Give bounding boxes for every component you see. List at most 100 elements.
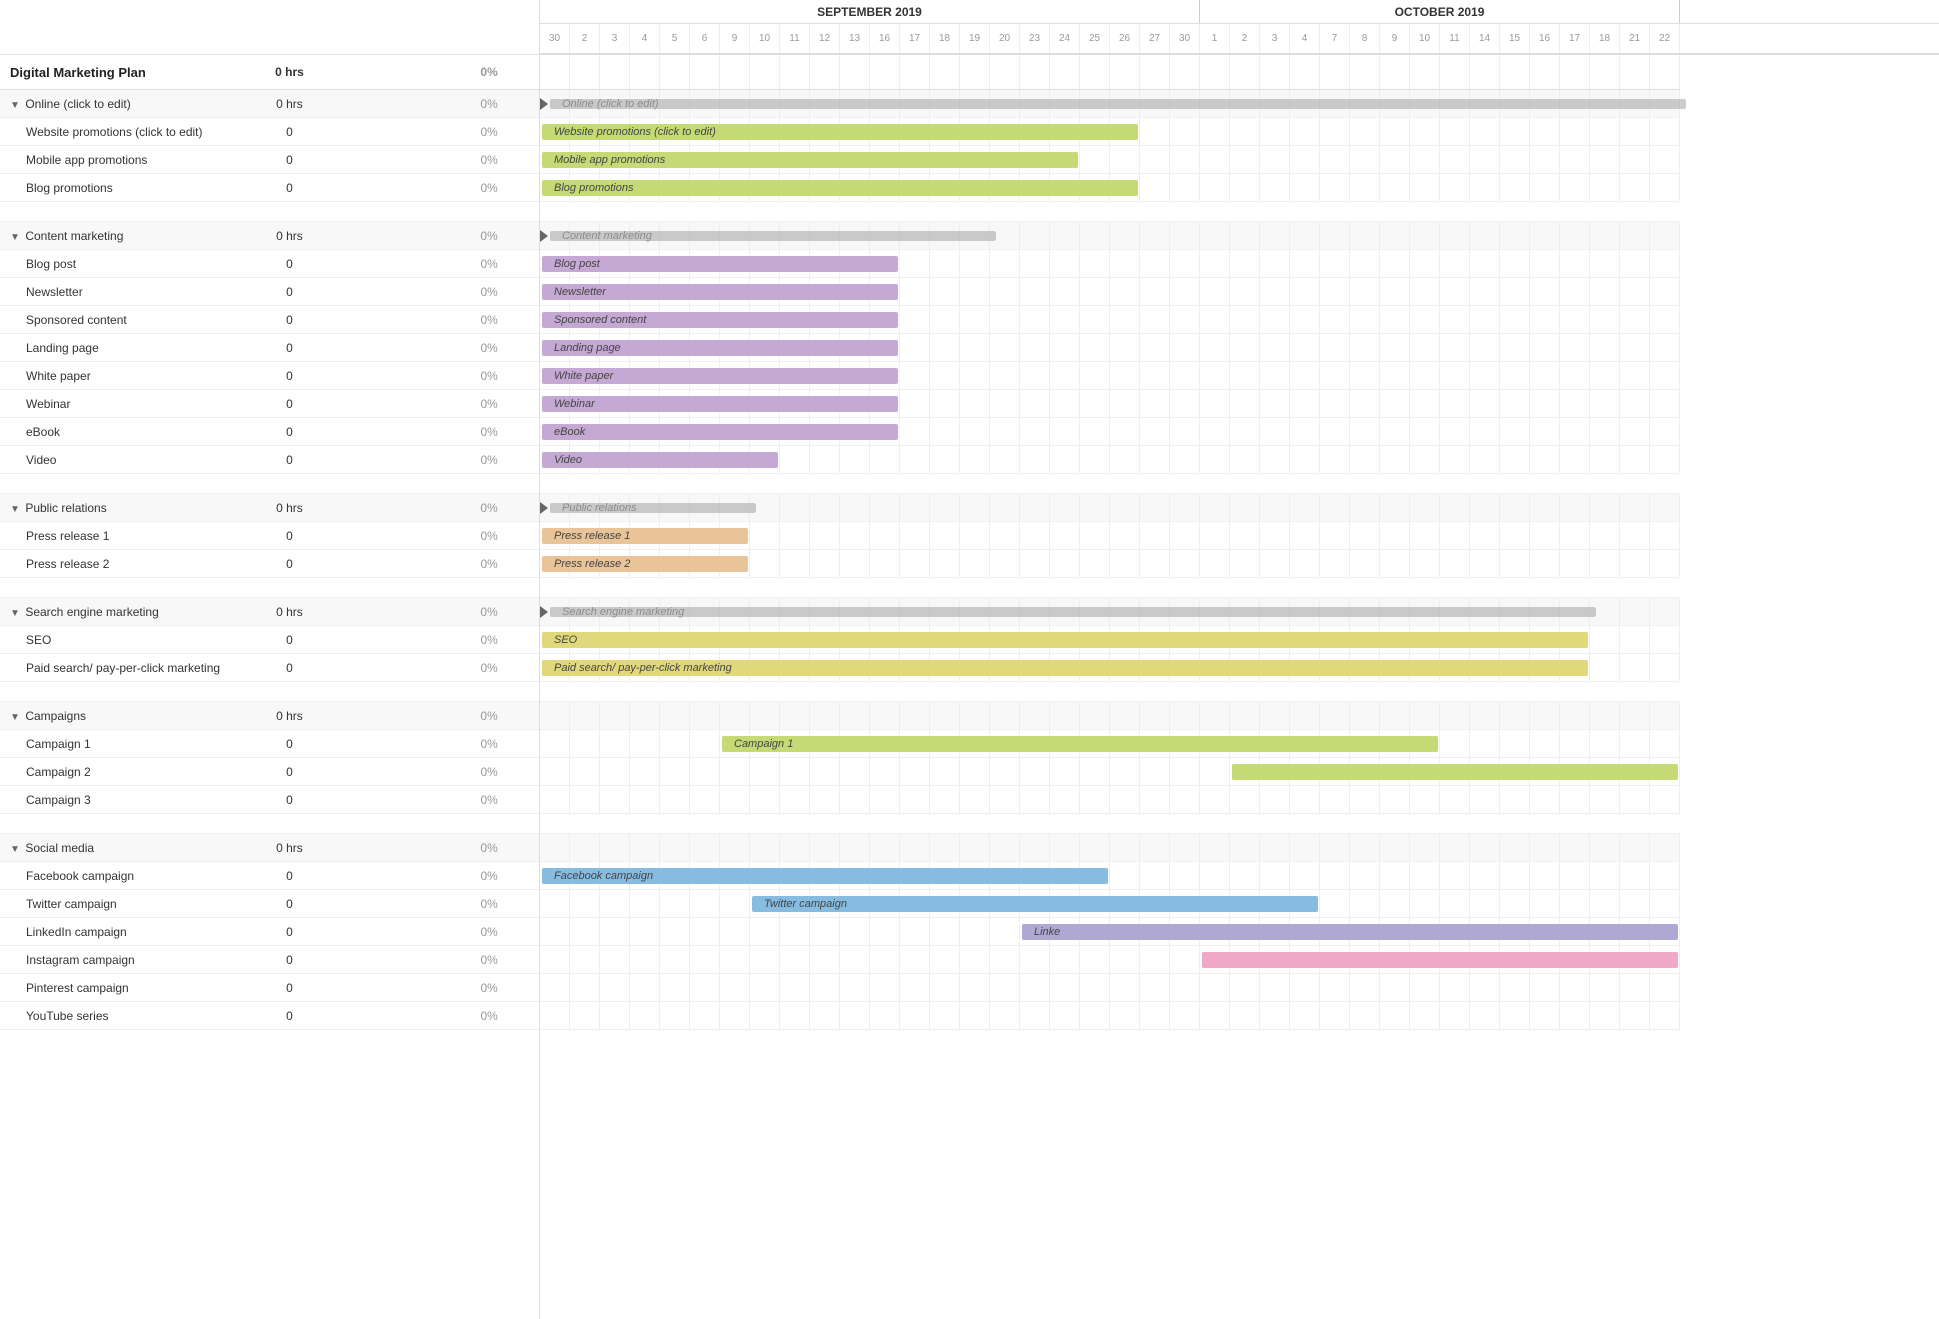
- task-name[interactable]: Press release 1: [0, 529, 240, 543]
- gantt-cell: [1290, 306, 1320, 333]
- task-name[interactable]: Blog promotions: [0, 181, 240, 195]
- section-name[interactable]: ▼ Public relations: [0, 501, 240, 515]
- gantt-cell: [1380, 146, 1410, 173]
- section-name[interactable]: ▼ Online (click to edit): [0, 97, 240, 111]
- gantt-bar[interactable]: Blog promotions: [542, 180, 1138, 196]
- gantt-cell: [1050, 786, 1080, 813]
- day-label: 10: [1410, 24, 1440, 53]
- gantt-cell: [1050, 758, 1080, 785]
- task-name[interactable]: Press release 2: [0, 557, 240, 571]
- gantt-bar[interactable]: White paper: [542, 368, 898, 384]
- gantt-cell: [570, 834, 600, 861]
- task-name[interactable]: Video: [0, 453, 240, 467]
- gantt-bar[interactable]: Mobile app promotions: [542, 152, 1078, 168]
- gantt-bar[interactable]: Press release 1: [542, 528, 748, 544]
- gantt-cell: [990, 550, 1020, 577]
- gantt-cell: [1650, 250, 1680, 277]
- gantt-cell: [1560, 834, 1590, 861]
- gantt-cell: [750, 786, 780, 813]
- gantt-bar[interactable]: Campaign 1: [722, 736, 1438, 752]
- task-name[interactable]: Mobile app promotions: [0, 153, 240, 167]
- gantt-bar[interactable]: Press release 2: [542, 556, 748, 572]
- gantt-cell: [1260, 55, 1290, 89]
- task-name[interactable]: Campaign 2: [0, 765, 240, 779]
- gantt-cell: [1110, 974, 1140, 1001]
- gantt-bar[interactable]: Blog post: [542, 256, 898, 272]
- gantt-cell: [930, 522, 960, 549]
- gantt-bar[interactable]: Landing page: [542, 340, 898, 356]
- gantt-bar[interactable]: Website promotions (click to edit): [542, 124, 1138, 140]
- gantt-cell: [1020, 390, 1050, 417]
- gantt-cell: [1410, 334, 1440, 361]
- task-name[interactable]: Webinar: [0, 397, 240, 411]
- gantt-cell: [1470, 522, 1500, 549]
- task-name[interactable]: Campaign 1: [0, 737, 240, 751]
- section-name[interactable]: ▼ Search engine marketing: [0, 605, 240, 619]
- task-name[interactable]: YouTube series: [0, 1009, 240, 1023]
- gantt-bar[interactable]: [1202, 952, 1678, 968]
- gantt-bar[interactable]: Video: [542, 452, 778, 468]
- gantt-cell: [1350, 974, 1380, 1001]
- gantt-cell: [1200, 278, 1230, 305]
- task-name[interactable]: eBook: [0, 425, 240, 439]
- gantt-cell: [900, 834, 930, 861]
- gantt-cell: [1140, 278, 1170, 305]
- gantt-bar[interactable]: [1232, 764, 1678, 780]
- section-name[interactable]: ▼ Campaigns: [0, 709, 240, 723]
- task-name[interactable]: Landing page: [0, 341, 240, 355]
- gantt-cell: [1140, 334, 1170, 361]
- task-name[interactable]: Campaign 3: [0, 793, 240, 807]
- gantt-cell: [930, 278, 960, 305]
- gantt-cell: [1230, 862, 1260, 889]
- gantt-cell: [1140, 522, 1170, 549]
- gantt-cell: [1230, 522, 1260, 549]
- gantt-bar[interactable]: eBook: [542, 424, 898, 440]
- gantt-cell: [600, 702, 630, 729]
- gantt-bar[interactable]: Content marketing: [550, 231, 996, 241]
- gantt-cell: [1110, 306, 1140, 333]
- gantt-bar[interactable]: Public relations: [550, 503, 756, 513]
- gantt-cell: [1320, 334, 1350, 361]
- task-name[interactable]: Pinterest campaign: [0, 981, 240, 995]
- gantt-cell: [1620, 598, 1650, 625]
- gantt-cell: [1470, 222, 1500, 249]
- gantt-cell: [1290, 278, 1320, 305]
- task-name[interactable]: Facebook campaign: [0, 869, 240, 883]
- task-name[interactable]: White paper: [0, 369, 240, 383]
- section-name[interactable]: ▼ Social media: [0, 841, 240, 855]
- gantt-cell: [840, 494, 870, 521]
- gantt-cell: [1500, 834, 1530, 861]
- task-progress: 0%: [439, 369, 539, 383]
- gantt-cell: [1320, 1002, 1350, 1029]
- gantt-bar[interactable]: Sponsored content: [542, 312, 898, 328]
- gantt-bar[interactable]: Search engine marketing: [550, 607, 1596, 617]
- gantt-bar[interactable]: Webinar: [542, 396, 898, 412]
- section-name[interactable]: ▼ Content marketing: [0, 229, 240, 243]
- task-name[interactable]: Twitter campaign: [0, 897, 240, 911]
- gantt-cell: [1170, 786, 1200, 813]
- task-name[interactable]: Paid search/ pay-per-click marketing: [0, 661, 240, 675]
- gantt-cell: [570, 786, 600, 813]
- task-name[interactable]: Instagram campaign: [0, 953, 240, 967]
- task-name[interactable]: SEO: [0, 633, 240, 647]
- task-name[interactable]: LinkedIn campaign: [0, 925, 240, 939]
- gantt-cell: [930, 334, 960, 361]
- gantt-bar[interactable]: SEO: [542, 632, 1588, 648]
- gantt-cell: [690, 730, 720, 757]
- task-name[interactable]: Website promotions (click to edit): [0, 125, 240, 139]
- gantt-cell: [1350, 446, 1380, 473]
- task-name[interactable]: Newsletter: [0, 285, 240, 299]
- gantt-bar[interactable]: Newsletter: [542, 284, 898, 300]
- gantt-cell: [1650, 55, 1680, 89]
- gantt-cell: [1230, 550, 1260, 577]
- gantt-bar[interactable]: Online (click to edit): [550, 99, 1686, 109]
- gantt-bar[interactable]: Twitter campaign: [752, 896, 1318, 912]
- task-name[interactable]: Sponsored content: [0, 313, 240, 327]
- task-name[interactable]: Blog post: [0, 257, 240, 271]
- gantt-bar[interactable]: Facebook campaign: [542, 868, 1108, 884]
- gantt-cell: [570, 974, 600, 1001]
- gantt-bar[interactable]: Paid search/ pay-per-click marketing: [542, 660, 1588, 676]
- gantt-cell: [1560, 702, 1590, 729]
- gantt-cell: [900, 1002, 930, 1029]
- gantt-bar[interactable]: Linke: [1022, 924, 1678, 940]
